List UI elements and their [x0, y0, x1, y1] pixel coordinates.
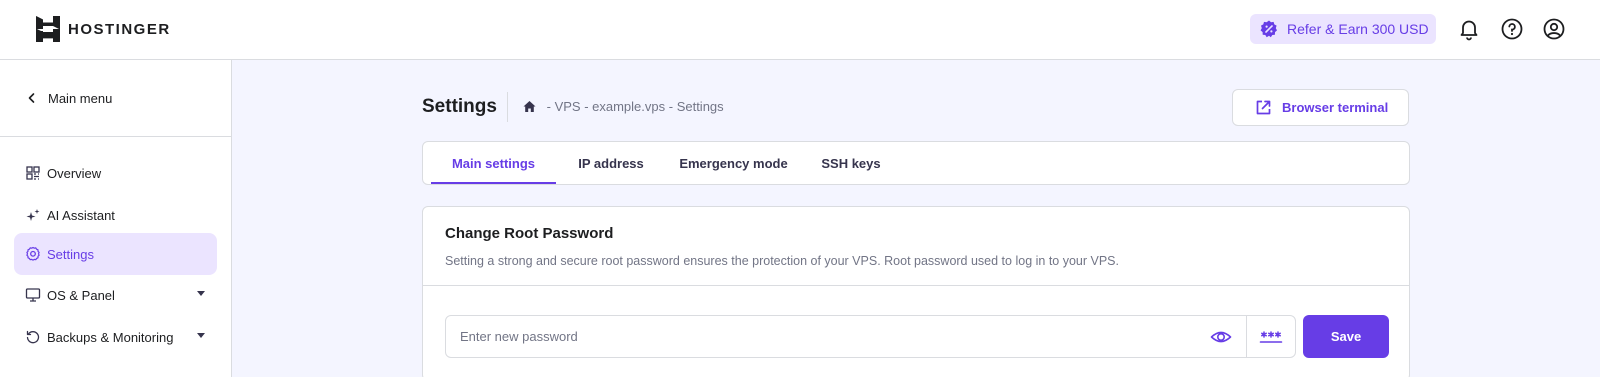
sidebar-item-overview[interactable]: Overview	[14, 152, 217, 194]
breadcrumb-separator: -	[580, 99, 593, 114]
new-password-input[interactable]	[446, 316, 1206, 357]
breadcrumb-item[interactable]: example.vps	[592, 99, 665, 114]
breadcrumb-item-current: Settings	[676, 99, 724, 114]
change-root-password-card: Change Root Password Setting a strong an…	[422, 206, 1410, 377]
sparkle-icon	[26, 209, 40, 221]
main-menu-button[interactable]: Main menu	[0, 60, 231, 137]
breadcrumb-separator: -	[665, 99, 677, 114]
tab-ip-address[interactable]: IP address	[556, 142, 666, 184]
sidebar-item-os-panel[interactable]: OS & Panel	[14, 274, 217, 316]
sidebar-item-ai-assistant[interactable]: AI Assistant	[14, 194, 217, 236]
chevron-left-icon	[28, 93, 35, 103]
home-icon[interactable]	[522, 99, 537, 114]
refer-earn-label: Refer & Earn 300 USD	[1287, 21, 1429, 37]
generate-password-icon[interactable]	[1259, 330, 1283, 344]
monitor-icon	[25, 288, 41, 302]
password-field	[445, 315, 1296, 358]
sidebar: Main menu Overview AI Assistant Settings…	[0, 60, 232, 377]
field-divider	[1246, 316, 1247, 357]
card-divider	[423, 285, 1409, 286]
breadcrumb-item[interactable]: VPS	[555, 99, 581, 114]
sidebar-item-backups-monitoring[interactable]: Backups & Monitoring	[14, 316, 217, 358]
sidebar-item-label: Backups & Monitoring	[47, 329, 174, 345]
hostinger-logo[interactable]: HOSTINGER	[36, 16, 171, 42]
tab-emergency-mode[interactable]: Emergency mode	[666, 142, 801, 184]
sidebar-item-label: Overview	[47, 165, 102, 181]
account-icon[interactable]	[1542, 17, 1566, 41]
gear-icon	[26, 246, 40, 261]
discount-badge-icon	[1260, 20, 1277, 38]
hostinger-logo-icon	[36, 16, 60, 42]
overview-icon	[26, 166, 40, 180]
settings-tabs: Main settings IP address Emergency mode …	[422, 141, 1410, 185]
eye-icon[interactable]	[1210, 327, 1232, 347]
main-menu-label: Main menu	[48, 90, 113, 106]
sidebar-item-label: AI Assistant	[47, 207, 115, 223]
help-icon[interactable]	[1500, 17, 1524, 41]
sidebar-item-label: OS & Panel	[47, 287, 115, 303]
history-icon	[26, 330, 40, 344]
browser-terminal-button[interactable]: Browser terminal	[1232, 89, 1409, 126]
refer-earn-button[interactable]: Refer & Earn 300 USD	[1250, 14, 1436, 44]
browser-terminal-label: Browser terminal	[1282, 100, 1389, 115]
active-tab-indicator	[431, 182, 556, 184]
caret-down-icon	[197, 291, 205, 296]
title-divider	[507, 92, 508, 122]
breadcrumb: - VPS - example.vps - Settings	[522, 99, 724, 114]
external-link-icon	[1256, 100, 1271, 115]
save-button[interactable]: Save	[1303, 315, 1389, 358]
page-title: Settings	[422, 96, 497, 117]
caret-down-icon	[197, 333, 205, 338]
breadcrumb-separator: -	[543, 99, 555, 114]
tab-ssh-keys[interactable]: SSH keys	[801, 142, 901, 184]
top-bar: HOSTINGER Refer & Earn 300 USD	[0, 0, 1600, 60]
tab-main-settings[interactable]: Main settings	[431, 142, 556, 184]
card-description: Setting a strong and secure root passwor…	[445, 254, 1119, 268]
sidebar-item-settings[interactable]: Settings	[14, 233, 217, 275]
bell-icon[interactable]	[1457, 17, 1481, 41]
brand-name: HOSTINGER	[68, 20, 171, 38]
sidebar-item-label: Settings	[47, 246, 94, 262]
card-title: Change Root Password	[445, 225, 614, 242]
